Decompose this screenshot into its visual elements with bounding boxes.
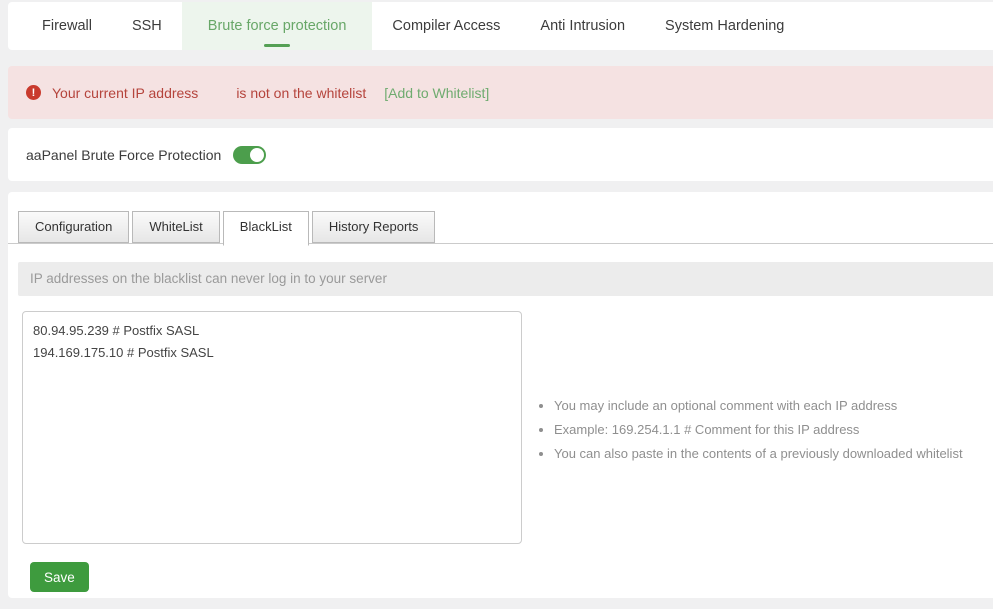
blacklist-tips-list: You may include an optional comment with… [538, 311, 963, 544]
toggle-knob [250, 147, 265, 162]
tab-system-hardening[interactable]: System Hardening [645, 2, 804, 50]
warning-message-prefix: Your current IP address [52, 84, 199, 101]
blacklist-sub-tabbar: Configuration WhiteList BlackList Histor… [8, 211, 993, 246]
tab-ssh[interactable]: SSH [112, 2, 182, 50]
protection-toggle-row: aaPanel Brute Force Protection [8, 128, 993, 181]
blacklist-info-text: IP addresses on the blacklist can never … [18, 262, 993, 296]
subtab-blacklist[interactable]: BlackList [222, 211, 309, 246]
save-button[interactable]: Save [30, 562, 89, 592]
tab-anti-intrusion[interactable]: Anti Intrusion [520, 2, 645, 50]
tab-compiler-access[interactable]: Compiler Access [372, 2, 520, 50]
security-top-tabbar: Firewall SSH Brute force protection Comp… [8, 2, 993, 50]
tip-item: You may include an optional comment with… [554, 397, 963, 414]
protection-toggle-switch[interactable] [233, 145, 267, 164]
exclamation-circle-icon: ! [26, 85, 41, 100]
warning-message-suffix: is not on the whitelist [236, 84, 367, 101]
subtab-configuration[interactable]: Configuration [18, 211, 130, 243]
add-to-whitelist-link[interactable]: [Add to Whitelist] [384, 85, 489, 101]
tab-firewall[interactable]: Firewall [22, 2, 112, 50]
whitelist-warning-banner: ! Your current IP address is not on the … [8, 66, 993, 119]
blacklist-ip-textarea[interactable]: 80.94.95.239 # Postfix SASL 194.169.175.… [22, 311, 522, 544]
tip-item: You can also paste in the contents of a … [554, 445, 963, 462]
subtab-whitelist[interactable]: WhiteList [132, 211, 220, 243]
protection-toggle-label: aaPanel Brute Force Protection [26, 146, 222, 163]
tab-brute-force-protection[interactable]: Brute force protection [181, 2, 373, 50]
brute-force-panel: Configuration WhiteList BlackList Histor… [8, 192, 993, 598]
blacklist-content-row: 80.94.95.239 # Postfix SASL 194.169.175.… [8, 311, 993, 544]
tip-item: Example: 169.254.1.1 # Comment for this … [554, 421, 963, 438]
subtab-history-reports[interactable]: History Reports [311, 211, 436, 243]
